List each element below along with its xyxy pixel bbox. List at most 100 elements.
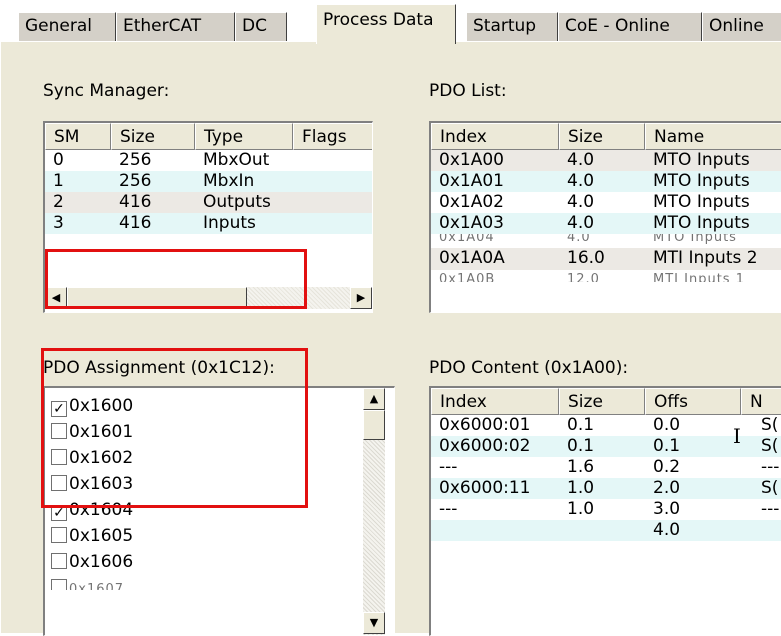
list-item[interactable]: 0x1601 <box>51 422 133 448</box>
table-row[interactable]: 0x1A00 4.0 MTO Inputs <box>431 150 781 171</box>
type-cell: MbxIn <box>203 171 255 191</box>
table-row[interactable]: 0x1A04 4.0 MTO Inputs <box>431 234 781 246</box>
table-row[interactable]: 0x6000:01 0.1 0.0 S( <box>431 415 781 436</box>
tab-ethercat[interactable]: EtherCAT <box>116 12 235 42</box>
index-cell: 0x6000:02 <box>439 436 531 456</box>
table-row[interactable]: 0x1A03 4.0 MTO Inputs <box>431 213 781 234</box>
list-item[interactable]: 0x1602 <box>51 448 133 474</box>
pdo-assignment-label: PDO Assignment (0x1C12): <box>43 358 275 378</box>
table-row[interactable]: 0x6000:11 1.0 2.0 S( <box>431 478 781 499</box>
size-cell: 16.0 <box>567 248 605 268</box>
index-cell: 0x1A03 <box>439 213 504 233</box>
index-cell: --- <box>439 499 458 519</box>
index-cell: --- <box>439 457 458 477</box>
tab-general[interactable]: General <box>18 12 116 42</box>
sm-cell: 2 <box>53 192 64 212</box>
list-item[interactable]: 0x1605 <box>51 526 133 552</box>
name-cell: S( <box>761 415 779 435</box>
checkbox[interactable] <box>51 553 67 569</box>
col-name[interactable]: Name <box>645 123 781 150</box>
offs-cell: 0.1 <box>653 436 681 456</box>
tab-online[interactable]: Online <box>702 12 781 42</box>
col-type[interactable]: Type <box>195 123 293 150</box>
pdo-assignment-list[interactable]: ✓ 0x1600 0x1601 0x1602 0x1603 ✓ 0x1604 0x1… <box>43 386 395 636</box>
list-item[interactable]: 0x1603 <box>51 474 133 500</box>
size-cell: 4.0 <box>567 192 595 212</box>
tab-coe-online[interactable]: CoE - Online <box>558 12 702 42</box>
col-offs[interactable]: Offs <box>645 388 741 415</box>
pdo-assignment-vscroll[interactable]: ▲ ▼ <box>363 388 385 635</box>
col-sm[interactable]: SM <box>45 123 111 150</box>
pdo-list-header: Index Size Name <box>431 123 781 150</box>
col-size[interactable]: Size <box>111 123 195 150</box>
name-cell: MTO Inputs <box>653 234 737 245</box>
offs-cell: 2.0 <box>653 478 681 498</box>
index-cell: 0x1A01 <box>439 171 504 191</box>
list-item[interactable]: 0x1607 <box>51 578 124 590</box>
table-row[interactable]: 2 416 Outputs <box>45 192 372 213</box>
size-cell: 256 <box>119 150 152 170</box>
col-flags[interactable]: Flags <box>293 123 372 150</box>
arrow-up-icon[interactable]: ▲ <box>363 388 385 410</box>
checkmark-icon[interactable]: ✓ <box>51 401 67 417</box>
name-cell: MTI Inputs 2 <box>653 248 758 268</box>
table-row[interactable]: --- 1.0 3.0 --- <box>431 499 781 520</box>
checkbox[interactable] <box>51 475 67 491</box>
tab-dc[interactable]: DC <box>235 12 287 42</box>
pdo-assignment-item-label: 0x1600 <box>69 396 134 416</box>
table-row[interactable]: 3 416 Inputs <box>45 213 372 234</box>
offs-cell: 4.0 <box>653 520 681 540</box>
type-cell: Inputs <box>203 213 256 233</box>
pdo-list-label: PDO List: <box>429 81 507 101</box>
table-row[interactable]: --- 1.6 0.2 --- <box>431 457 781 478</box>
index-cell: 0x1A04 <box>439 234 495 245</box>
table-row[interactable]: 0x1A0A 16.0 MTI Inputs 2 <box>431 248 781 270</box>
name-cell: MTI Inputs 1 <box>653 272 745 282</box>
table-row[interactable]: 0x1A02 4.0 MTO Inputs <box>431 192 781 213</box>
col-name[interactable]: N <box>741 388 781 415</box>
checkmark-icon[interactable]: ✓ <box>51 505 67 521</box>
list-item[interactable]: ✓ 0x1604 <box>51 500 133 526</box>
index-cell: 0x6000:01 <box>439 415 531 435</box>
pdo-assignment-item-label: 0x1602 <box>69 448 134 468</box>
pdo-content-list[interactable]: Index Size Offs N 0x6000:01 0.1 0.0 S( 0… <box>429 386 781 636</box>
pdo-assignment-item-label: 0x1606 <box>69 552 134 572</box>
table-row[interactable]: 0x1A0B 12.0 MTI Inputs 1 <box>431 270 781 282</box>
col-size[interactable]: Size <box>559 123 645 150</box>
col-size[interactable]: Size <box>559 388 645 415</box>
arrow-down-icon[interactable]: ▼ <box>363 612 385 634</box>
col-index[interactable]: Index <box>431 388 559 415</box>
hscroll-thumb[interactable] <box>67 287 247 309</box>
sync-manager-header: SM Size Type Flags <box>45 123 372 150</box>
table-row[interactable]: 4.0 <box>431 520 781 541</box>
checkbox[interactable] <box>51 527 67 543</box>
pdo-assignment-item-label: 0x1605 <box>69 526 134 546</box>
pdo-assignment-item-label: 0x1601 <box>69 422 134 442</box>
table-row[interactable]: 0x6000:02 0.1 0.1 S( <box>431 436 781 457</box>
table-row[interactable]: 1 256 MbxIn <box>45 171 372 192</box>
col-index[interactable]: Index <box>431 123 559 150</box>
size-cell: 416 <box>119 213 152 233</box>
name-cell: MTO Inputs <box>653 150 750 170</box>
table-row[interactable]: 0 256 MbxOut <box>45 150 372 171</box>
vscroll-thumb[interactable] <box>363 410 385 440</box>
size-cell: 4.0 <box>567 171 595 191</box>
list-item[interactable]: ✓ 0x1600 <box>51 396 133 422</box>
name-cell: S( <box>761 436 779 456</box>
pdo-list[interactable]: Index Size Name 0x1A00 4.0 MTO Inputs 0x… <box>429 121 781 313</box>
checkbox[interactable] <box>51 423 67 439</box>
index-cell: 0x1A0A <box>439 248 505 268</box>
sync-manager-hscroll[interactable]: ◀ ▶ <box>45 287 372 309</box>
checkbox[interactable] <box>51 449 67 465</box>
index-cell: 0x6000:11 <box>439 478 531 498</box>
sync-manager-list[interactable]: SM Size Type Flags 0 256 MbxOut 1 256 Mb… <box>43 121 373 313</box>
arrow-left-icon[interactable]: ◀ <box>45 287 67 309</box>
offs-cell: 3.0 <box>653 499 681 519</box>
tab-process-data[interactable]: Process Data <box>316 4 456 44</box>
list-item[interactable]: 0x1606 <box>51 552 133 578</box>
tab-startup[interactable]: Startup <box>466 12 558 42</box>
checkbox[interactable] <box>51 579 67 590</box>
size-cell: 4.0 <box>567 150 595 170</box>
arrow-right-icon[interactable]: ▶ <box>350 287 372 309</box>
table-row[interactable]: 0x1A01 4.0 MTO Inputs <box>431 171 781 192</box>
